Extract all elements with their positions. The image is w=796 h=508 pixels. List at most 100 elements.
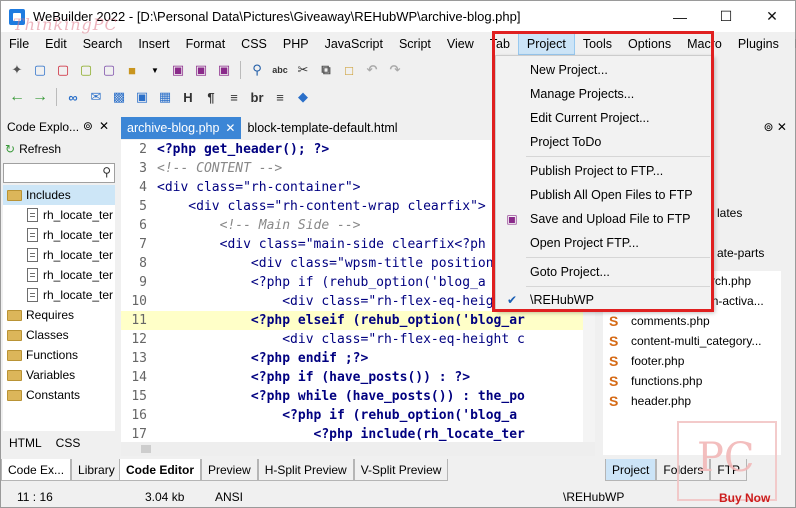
list-item[interactable]: Sfooter.php <box>603 351 781 371</box>
undo-icon[interactable]: ↶ <box>362 60 382 80</box>
menu-recent-project[interactable]: ✔ \REHubWP <box>496 289 712 311</box>
menu-tools[interactable]: Tools <box>575 33 620 55</box>
save-icon[interactable]: ▣ <box>168 60 188 80</box>
menu-insert[interactable]: Insert <box>130 33 177 55</box>
tree-folder-functions[interactable]: Functions <box>3 345 115 365</box>
email-icon[interactable]: ✉ <box>86 87 106 107</box>
editor-tabs: archive-blog.php ✕ block-template-defaul… <box>121 117 404 139</box>
code-explorer-search-input[interactable]: ⚲ <box>3 163 115 183</box>
file-list-scrollbar[interactable] <box>781 271 795 455</box>
menu-search[interactable]: Search <box>75 33 131 55</box>
heading-icon[interactable]: H <box>178 87 198 107</box>
spellcheck-icon[interactable]: abc <box>270 60 290 80</box>
comment-icon[interactable]: ▩ <box>109 87 129 107</box>
menu-css[interactable]: CSS <box>233 33 275 55</box>
menu-manage-projects[interactable]: Manage Projects... <box>496 83 712 105</box>
list-icon[interactable]: ≡ <box>270 87 290 107</box>
redo-icon[interactable]: ↷ <box>385 60 405 80</box>
minimize-button[interactable]: — <box>657 1 703 32</box>
menu-new-project[interactable]: New Project... <box>496 59 712 81</box>
tab-css[interactable]: CSS <box>56 436 81 454</box>
tree-folder-requires[interactable]: Requires <box>3 305 115 325</box>
open-folder-icon[interactable]: ■ <box>122 60 142 80</box>
menu-file[interactable]: File <box>1 33 37 55</box>
list-item[interactable]: Sfunctions.php <box>603 371 781 391</box>
menu-tab[interactable]: Tab <box>482 33 518 55</box>
copy-icon[interactable]: ⧉ <box>316 60 336 80</box>
refresh-button[interactable]: ↻ Refresh <box>5 139 61 159</box>
tab-h-split-preview[interactable]: H-Split Preview <box>257 459 354 481</box>
menu-view[interactable]: View <box>439 33 482 55</box>
tab-v-split-preview[interactable]: V-Split Preview <box>353 459 449 481</box>
menu-project-todo[interactable]: Project ToDo <box>496 131 712 153</box>
file-icon <box>27 228 38 242</box>
menu-javascript[interactable]: JavaScript <box>317 33 391 55</box>
menu-help[interactable]: Help <box>787 33 796 55</box>
menu-format[interactable]: Format <box>178 33 234 55</box>
toolbar-divider <box>56 88 57 106</box>
tab-block-template[interactable]: block-template-default.html <box>241 117 403 139</box>
close-icon[interactable]: ✕ <box>225 121 235 135</box>
panel-pin-icon[interactable]: ⊚✕ <box>83 119 115 133</box>
cut-icon[interactable]: ✂ <box>293 60 313 80</box>
menu-plugins[interactable]: Plugins <box>730 33 787 55</box>
menu-edit-current-project[interactable]: Edit Current Project... <box>496 107 712 129</box>
tree-folder-classes[interactable]: Classes <box>3 325 115 345</box>
tab-html[interactable]: HTML <box>9 436 42 454</box>
menu-script[interactable]: Script <box>391 33 439 55</box>
table-icon[interactable]: ▦ <box>155 87 175 107</box>
code-explorer-tree: Includes rh_locate_ter rh_locate_ter rh_… <box>3 185 115 431</box>
list-item[interactable]: Scontent-multi_category... <box>603 331 781 351</box>
new-css-icon[interactable]: ▢ <box>53 60 73 80</box>
line-break-icon[interactable]: br <box>247 87 267 107</box>
menu-macro[interactable]: Macro <box>679 33 730 55</box>
link-icon[interactable]: ∞ <box>63 87 83 107</box>
tree-item[interactable]: rh_locate_ter <box>3 245 115 265</box>
paragraph-icon[interactable]: ¶ <box>201 87 221 107</box>
chevron-down-icon[interactable]: ▼ <box>145 60 165 80</box>
tab-code-explorer[interactable]: Code Ex... <box>1 459 72 481</box>
menu-publish-project-ftp[interactable]: Publish Project to FTP... <box>496 160 712 182</box>
tag-icon[interactable]: ◆ <box>293 87 313 107</box>
tree-item[interactable]: rh_locate_ter <box>3 285 115 305</box>
tab-project[interactable]: Project <box>605 459 657 481</box>
tab-archive-blog[interactable]: archive-blog.php ✕ <box>121 117 242 139</box>
editor-horizontal-scrollbar[interactable] <box>121 442 595 456</box>
align-icon[interactable]: ≡ <box>224 87 244 107</box>
image-icon[interactable]: ▣ <box>132 87 152 107</box>
list-item[interactable]: Scomments.php <box>603 311 781 331</box>
search-icon[interactable]: ⚲ <box>247 60 267 80</box>
tab-preview[interactable]: Preview <box>201 459 258 481</box>
menu-options[interactable]: Options <box>620 33 679 55</box>
close-button[interactable]: ✕ <box>749 1 795 32</box>
tree-folder-constants[interactable]: Constants <box>3 385 115 405</box>
back-arrow-icon[interactable]: ← <box>7 87 27 107</box>
menu-goto-project[interactable]: Goto Project... <box>496 261 712 283</box>
menu-edit[interactable]: Edit <box>37 33 75 55</box>
menu-open-project-ftp[interactable]: Open Project FTP... <box>496 232 712 254</box>
tree-item[interactable]: rh_locate_ter <box>3 205 115 225</box>
tab-library[interactable]: Library <box>71 459 122 481</box>
menu-php[interactable]: PHP <box>275 33 317 55</box>
scrollbar-thumb[interactable] <box>141 445 151 453</box>
tree-item[interactable]: rh_locate_ter <box>3 265 115 285</box>
menu-project[interactable]: Project <box>517 33 575 55</box>
menu-save-upload-ftp[interactable]: ▣ Save and Upload File to FTP <box>496 208 712 230</box>
panel-pin-icon[interactable]: ⊚ ✕ <box>764 120 787 134</box>
tree-folder-includes[interactable]: Includes <box>3 185 115 205</box>
code-explorer-header: Code Explo... ⊚✕ <box>1 117 119 137</box>
tree-item[interactable]: rh_locate_ter <box>3 225 115 245</box>
list-item[interactable]: Sheader.php <box>603 391 781 411</box>
new-js-icon[interactable]: ▢ <box>76 60 96 80</box>
tab-code-editor[interactable]: Code Editor <box>119 459 201 481</box>
forward-arrow-icon[interactable]: → <box>30 87 50 107</box>
paste-icon[interactable]: □ <box>339 60 359 80</box>
maximize-button[interactable]: ☐ <box>703 1 749 32</box>
new-php-icon[interactable]: ▢ <box>99 60 119 80</box>
new-file-icon[interactable]: ✦ <box>7 60 27 80</box>
new-html-icon[interactable]: ▢ <box>30 60 50 80</box>
tree-folder-variables[interactable]: Variables <box>3 365 115 385</box>
save-all-icon[interactable]: ▣ <box>214 60 234 80</box>
menu-publish-open-files-ftp[interactable]: Publish All Open Files to FTP <box>496 184 712 206</box>
save-as-icon[interactable]: ▣ <box>191 60 211 80</box>
